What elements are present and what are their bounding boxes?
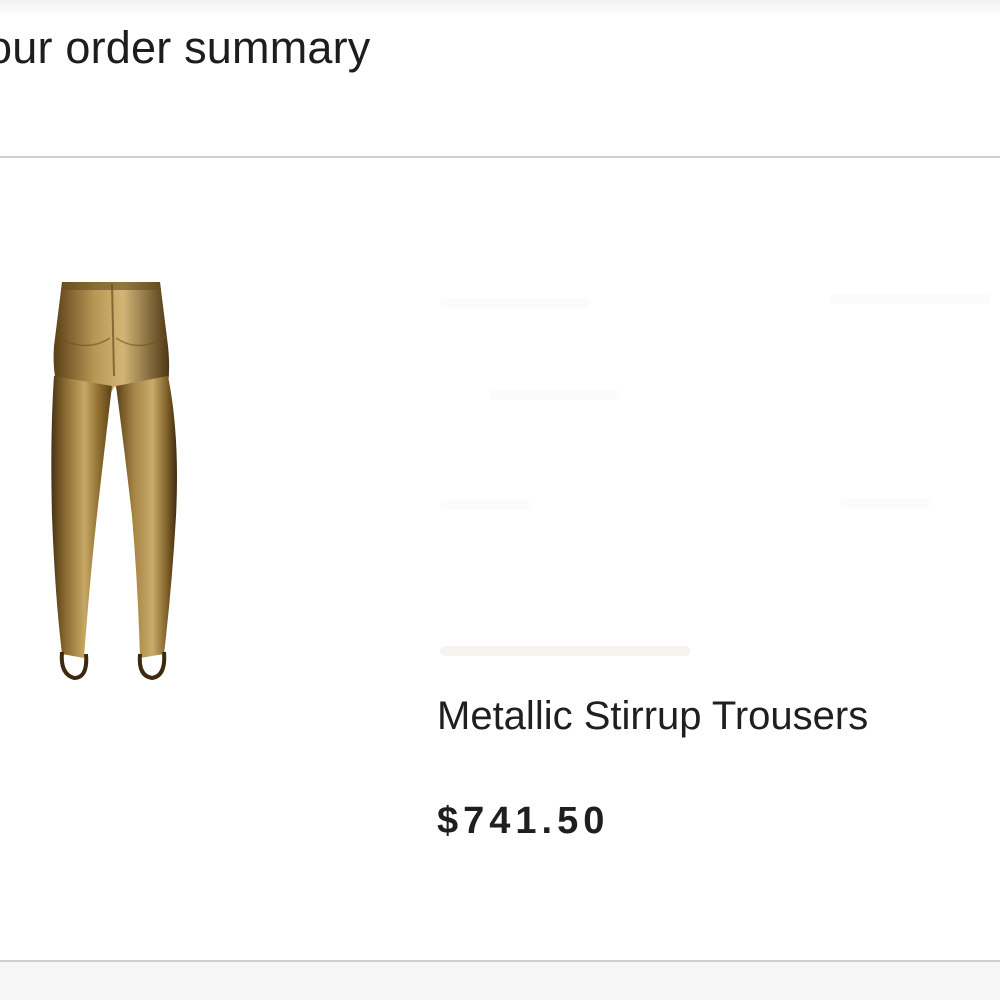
product-name[interactable]: Metallic Stirrup Trousers [437,694,868,739]
product-price: $741.50 [437,800,610,842]
order-summary-title: our order summary [0,22,371,73]
top-edge [0,0,1000,16]
bottom-band [0,962,1000,1000]
product-image[interactable] [40,276,190,686]
summary-divider-top [0,156,1000,158]
order-summary-page: our order summary Metallic Stirrup Trous… [0,0,1000,1000]
faded-background-text [430,290,1000,660]
metallic-trousers-image [51,282,177,681]
